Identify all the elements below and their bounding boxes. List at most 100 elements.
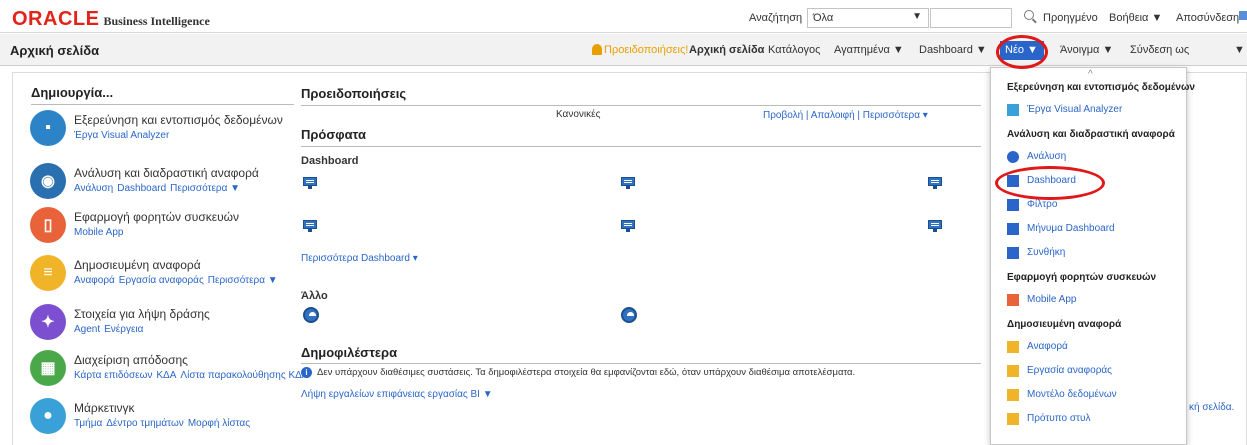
search-icon[interactable] <box>1024 10 1034 20</box>
menu-item[interactable]: Φίλτρο <box>1007 199 1177 213</box>
alerts-normal-label: Κανονικές <box>556 109 601 120</box>
create-item-title: Στοιχεία για λήψη δράσης <box>74 307 210 321</box>
mobile-app-icon <box>1007 294 1019 306</box>
create-link[interactable]: Dashboard <box>117 183 166 194</box>
create-link[interactable]: Περισσότερα ▼ <box>208 275 278 286</box>
menu-item[interactable]: Συνθήκη <box>1007 247 1177 261</box>
more-dashboards-link[interactable]: Περισσότερα Dashboard ▾ <box>301 253 418 264</box>
analysis-icon[interactable] <box>621 307 637 323</box>
alerts-section-title: Προειδοποιήσεις <box>301 86 407 101</box>
analysis-icon <box>1007 151 1019 163</box>
search-input[interactable] <box>930 8 1012 28</box>
popular-empty-message: Δεν υπάρχουν διαθέσιμες συστάσεις. Τα δη… <box>317 367 856 378</box>
menu-item[interactable]: Mobile App <box>1007 294 1177 308</box>
create-item: ▪ Εξερεύνηση και εντοπισμός δεδομένων Έργα… <box>30 110 300 150</box>
create-item-title: Εφαρμογή φορητών συσκευών <box>74 210 240 224</box>
create-link[interactable]: Δέντρο τμημάτων <box>106 418 184 429</box>
create-item: ✦ Στοιχεία για λήψη δράσης Agent Ενέργεια <box>30 304 300 344</box>
create-item-links: Τμήμα Δέντρο τμημάτων Μορφή λίστας <box>74 418 254 429</box>
create-link[interactable]: Περισσότερα ▼ <box>170 183 240 194</box>
create-title: Δημιουργία... <box>31 85 114 100</box>
dashboard-icon[interactable] <box>303 177 317 189</box>
data-model-icon <box>1007 389 1019 401</box>
help-menu[interactable]: Βοήθεια ▼ <box>1109 12 1162 24</box>
create-link[interactable]: Ενέργεια <box>104 324 143 335</box>
menu-item[interactable]: Εργασία αναφοράς <box>1007 365 1177 379</box>
create-link[interactable]: Έργα Visual Analyzer <box>74 130 169 141</box>
truncated-text: κή σελίδα. <box>1189 402 1235 413</box>
menu-item[interactable]: Αναφορά <box>1007 341 1177 355</box>
create-link[interactable]: Λίστα παρακολούθησης ΚΔΑ <box>180 370 308 381</box>
search-scope-select[interactable]: Όλα ▼ <box>807 8 929 28</box>
user-icon[interactable] <box>1239 11 1247 20</box>
alerts-link[interactable]: Προειδοποιήσεις! <box>604 44 688 56</box>
create-category-icon: ▦ <box>30 350 66 386</box>
menu-item[interactable]: Μήνυμα Dashboard <box>1007 223 1177 237</box>
dashboard-icon[interactable] <box>928 177 942 189</box>
divider <box>31 104 294 105</box>
create-link[interactable]: Αναφορά <box>74 275 115 286</box>
menu-item-label: Έργα Visual Analyzer <box>1027 104 1123 115</box>
style-template-icon <box>1007 413 1019 425</box>
top-bar: ORACLE Business Intelligence Αναζήτηση Ό… <box>0 0 1247 33</box>
favorites-menu[interactable]: Αγαπημένα ▼ <box>834 44 904 56</box>
create-category-icon: ◉ <box>30 163 66 199</box>
download-bi-tools-link[interactable]: Λήψη εργαλείων επιφάνειας εργασίας BI ▼ <box>301 389 493 400</box>
chevron-down-icon[interactable]: ▼ <box>1234 44 1245 56</box>
menu-item[interactable]: Ανάλυση <box>1007 151 1177 165</box>
divider <box>301 363 981 364</box>
dashboard-icon[interactable] <box>621 220 635 232</box>
bell-icon[interactable] <box>592 44 602 55</box>
create-category-icon: ≡ <box>30 255 66 291</box>
page-title: Αρχική σελίδα <box>10 43 100 58</box>
report-job-icon <box>1007 365 1019 377</box>
product-name: Business Intelligence <box>103 14 210 28</box>
create-item-links: Αναφορά Εργασία αναφοράς Περισσότερα ▼ <box>74 275 282 286</box>
menu-item[interactable]: Μοντέλο δεδομένων <box>1007 389 1177 403</box>
open-menu[interactable]: Άνοιγμα ▼ <box>1060 44 1113 56</box>
search-label: Αναζήτηση <box>749 12 803 24</box>
info-icon: i <box>301 367 312 378</box>
menu-section-header: Ανάλυση και διαδραστική αναφορά <box>1007 129 1175 140</box>
menu-item-label: Αναφορά <box>1027 341 1068 352</box>
create-item: ▯ Εφαρμογή φορητών συσκευών Mobile App <box>30 207 300 247</box>
report-icon <box>1007 341 1019 353</box>
create-link[interactable]: Κάρτα επιδόσεων <box>74 370 152 381</box>
menu-item-label: Εργασία αναφοράς <box>1027 365 1112 376</box>
create-item: ● Μάρκετινγκ Τμήμα Δέντρο τμημάτων Μορφή λίσ… <box>30 398 300 438</box>
list-icon <box>1007 223 1019 235</box>
create-item-title: Μάρκετινγκ <box>74 401 135 415</box>
dashboard-icon[interactable] <box>303 220 317 232</box>
dashboards-menu[interactable]: Dashboard ▼ <box>919 44 987 56</box>
create-link[interactable]: ΚΔΑ <box>156 370 176 381</box>
recent-dashboard-label: Dashboard <box>301 155 359 167</box>
menu-item-label: Πρότυπο στυλ <box>1027 413 1091 424</box>
create-link[interactable]: Mobile App <box>74 227 123 238</box>
create-link[interactable]: Μορφή λίστας <box>188 418 250 429</box>
menu-item-label: Φίλτρο <box>1027 199 1058 210</box>
dashboard-icon[interactable] <box>621 177 635 189</box>
create-item-links: Κάρτα επιδόσεων ΚΔΑ Λίστα παρακολούθησης Κ… <box>74 370 312 381</box>
menu-section-header: Δημοσιευμένη αναφορά <box>1007 319 1122 330</box>
visual-analyzer-icon <box>1007 104 1019 116</box>
brand-name: ORACLE <box>12 8 100 30</box>
create-item-title: Εξερεύνηση και εντοπισμός δεδομένων <box>74 113 283 127</box>
dashboard-icon[interactable] <box>928 220 942 232</box>
menu-item[interactable]: Πρότυπο στυλ <box>1007 413 1177 427</box>
create-link[interactable]: Ανάλυση <box>74 183 113 194</box>
oracle-logo[interactable]: ORACLE Business Intelligence <box>12 8 210 31</box>
signed-in-menu[interactable]: Σύνδεση ως <box>1130 44 1189 56</box>
annotation-ring <box>995 166 1105 200</box>
advanced-search-link[interactable]: Προηγμένο <box>1043 12 1098 24</box>
create-link[interactable]: Εργασία αναφοράς <box>119 275 204 286</box>
create-link[interactable]: Τμήμα <box>74 418 102 429</box>
analysis-icon[interactable] <box>303 307 319 323</box>
logout-link[interactable]: Αποσύνδεση <box>1176 12 1239 24</box>
scroll-up-icon[interactable]: ^ <box>1088 69 1093 80</box>
alerts-actions[interactable]: Προβολή | Απαλοιφή | Περισσότερα ▾ <box>763 110 928 121</box>
catalog-link[interactable]: Κατάλογος <box>768 44 820 56</box>
create-link[interactable]: Agent <box>74 324 100 335</box>
filter-icon <box>1007 199 1019 211</box>
menu-item[interactable]: Έργα Visual Analyzer <box>1007 104 1177 118</box>
home-link[interactable]: Αρχική σελίδα <box>689 44 764 56</box>
